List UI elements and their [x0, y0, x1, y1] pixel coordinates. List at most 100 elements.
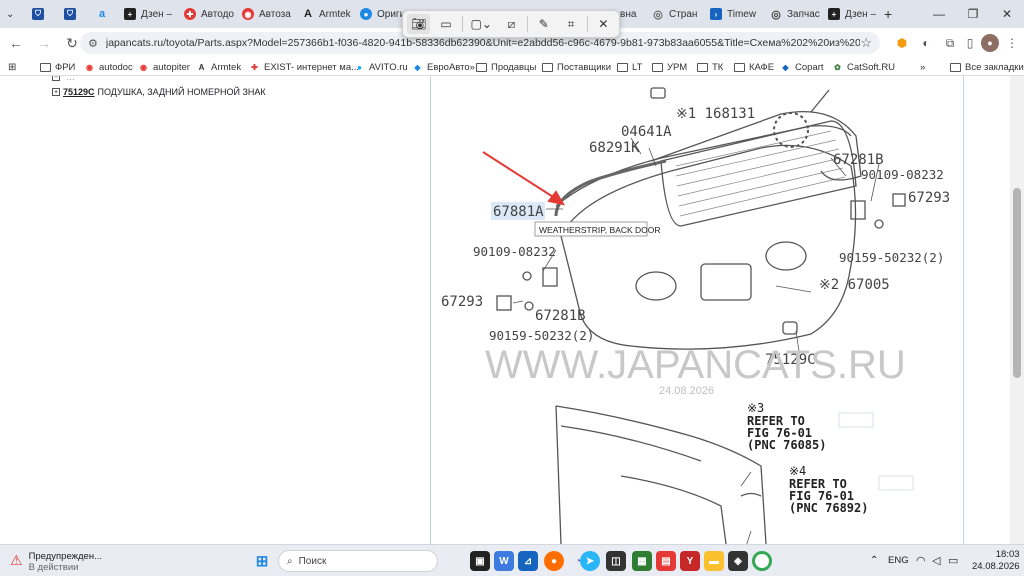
tab-2[interactable]: ◉ Автоза: [238, 4, 296, 24]
bookmark-item[interactable]: ● AVITO.ru: [354, 59, 408, 75]
clock[interactable]: 18:03 24.08.2026: [972, 549, 1020, 573]
bookmark-label: LT: [632, 61, 643, 73]
divider: [461, 16, 463, 32]
bookmark-item[interactable]: ◆ Copart: [780, 59, 823, 75]
app-icon[interactable]: ▤: [656, 551, 676, 571]
tab-7[interactable]: › Timew: [706, 4, 764, 24]
weather-widget[interactable]: ⚠ Предупрежден... В действии: [10, 551, 102, 573]
all-bookmarks[interactable]: Все закладки: [950, 59, 1024, 75]
parts-list-row[interactable]: + 75129C ПОДУШКА, ЗАДНИЙ НОМЕРНОЙ ЗНАК: [52, 87, 266, 97]
bookmark-item[interactable]: Поставщики: [542, 59, 611, 75]
text-extract-icon[interactable]: ⌗: [559, 14, 582, 34]
tab-4[interactable]: ● Ориги: [356, 4, 406, 24]
label-67281b-top: 67281B: [833, 152, 884, 168]
menu-icon[interactable]: ⋮: [1003, 34, 1021, 52]
tab-3[interactable]: A Armtek: [298, 4, 354, 24]
task-view-icon[interactable]: ▣: [470, 551, 490, 571]
euroauto-icon: ◆: [414, 62, 421, 72]
tab-0[interactable]: + Дзен –: [120, 4, 176, 24]
battery-icon[interactable]: ▭: [948, 554, 958, 567]
bookmark-label: AVITO.ru: [369, 61, 408, 73]
chrome-icon[interactable]: [752, 551, 772, 571]
extension-icon[interactable]: ◐: [917, 34, 935, 52]
tab-5[interactable]: вна: [616, 4, 646, 24]
bookmark-item[interactable]: КАФЕ: [734, 59, 774, 75]
scrollbar-thumb[interactable]: [1013, 188, 1021, 378]
bookmark-item[interactable]: ◉ autopiter: [138, 59, 190, 75]
bookmark-item[interactable]: ТК: [697, 59, 723, 75]
camera-icon[interactable]: 📷︎: [407, 14, 431, 34]
expand-icon[interactable]: +: [52, 88, 60, 96]
restore-icon[interactable]: ❐: [956, 0, 990, 28]
bookmark-item[interactable]: ФРИ: [40, 59, 75, 75]
tab-search-button[interactable]: ⌄: [2, 4, 18, 24]
windows-start-icon[interactable]: ⊞: [252, 551, 272, 571]
pen-icon[interactable]: ✎: [532, 14, 555, 34]
folder-icon: [697, 62, 708, 72]
files-icon[interactable]: ▬: [704, 551, 724, 571]
scrollbar[interactable]: [1010, 76, 1024, 544]
pinned-tab-1[interactable]: ⛉: [28, 4, 48, 24]
folder-icon: [652, 62, 663, 72]
bookmark-label: Armtek: [211, 61, 242, 73]
telegram-icon[interactable]: ➤: [580, 551, 600, 571]
bookmark-item[interactable]: A Armtek: [196, 59, 241, 75]
pinned-tab-2[interactable]: ⛉: [60, 4, 80, 24]
expand-icon[interactable]: +: [52, 76, 60, 81]
split-view-icon[interactable]: ▯: [961, 34, 979, 52]
bookmark-item[interactable]: ✿ CatSoft.RU: [832, 59, 895, 75]
bookmark-item[interactable]: LT: [617, 59, 642, 75]
apps-icon[interactable]: ⊞: [8, 59, 16, 75]
parts-list-row[interactable]: + …: [52, 76, 75, 82]
new-tab-button[interactable]: +: [880, 4, 896, 24]
app-icon[interactable]: ◫: [606, 551, 626, 571]
word-icon[interactable]: W: [494, 551, 514, 571]
bookmark-item[interactable]: ✚ EXIST- интернет ма...: [249, 59, 359, 75]
language-indicator[interactable]: ENG: [888, 555, 909, 566]
extension-icon[interactable]: ⬢: [893, 34, 911, 52]
bookmark-item[interactable]: ◆ ЕвроАвто»: [412, 59, 475, 75]
parts-diagram: ※1 168131 04641A 68291K 67881A 67281B 90…: [430, 76, 964, 544]
label-67005: ※2 67005: [819, 277, 890, 293]
yandex-icon[interactable]: Y: [680, 551, 700, 571]
warning-sub: В действии: [28, 562, 79, 573]
watermark: WWW.JAPANCATS.RU: [485, 343, 906, 387]
forward-arrow-icon[interactable]: →: [32, 31, 56, 55]
site-icon: ●: [360, 8, 372, 20]
folder-icon: [476, 62, 487, 72]
page-content: + … + 75129C ПОДУШКА, ЗАДНИЙ НОМЕРНОЙ ЗН…: [0, 76, 1024, 544]
tab-8[interactable]: ◎ Запчас: [766, 4, 824, 24]
bookmark-item[interactable]: УРМ: [652, 59, 687, 75]
app-icon[interactable]: ▦: [632, 551, 652, 571]
tab-9[interactable]: +Дзен –✕: [824, 4, 880, 24]
bookmarks-overflow[interactable]: »: [920, 59, 925, 75]
app-icon[interactable]: ◈: [728, 551, 748, 571]
volume-icon[interactable]: ◁: [932, 554, 940, 567]
taskbar-search[interactable]: ⌕ Поиск: [278, 550, 438, 572]
avatar[interactable]: ●: [981, 34, 999, 52]
copart-icon: ◆: [782, 62, 789, 72]
freeform-icon[interactable]: ⧄: [500, 14, 523, 34]
app-icon[interactable]: ⊿: [518, 551, 538, 571]
site-settings-icon[interactable]: ⚙: [88, 37, 98, 50]
close-icon[interactable]: ✕: [592, 14, 615, 34]
close-window-icon[interactable]: ✕: [990, 0, 1024, 28]
bookmark-item[interactable]: ◉ autodoc: [84, 59, 133, 75]
wifi-icon[interactable]: ◠: [916, 554, 926, 567]
glass-hatching: [675, 130, 846, 217]
back-arrow-icon[interactable]: ←: [4, 31, 28, 55]
pinned-tab-3[interactable]: a: [92, 4, 112, 24]
tray-chevron-icon[interactable]: ⌃: [870, 555, 878, 566]
tab-1[interactable]: ✚ Автодо: [180, 4, 238, 24]
divider: [586, 16, 588, 32]
ref-box-1: [838, 412, 874, 428]
tab-6[interactable]: ◎ Стран: [648, 4, 704, 24]
bookmark-item[interactable]: Продавцы: [476, 59, 536, 75]
rectangle-mode-icon[interactable]: ▢⌄: [467, 14, 496, 34]
tab-label: Дзен –: [141, 8, 173, 20]
video-icon[interactable]: ▭: [434, 14, 457, 34]
puzzle-icon[interactable]: ⧉: [941, 34, 959, 52]
bookmark-star-icon[interactable]: ☆: [860, 35, 872, 51]
firefox-icon[interactable]: ●: [544, 551, 564, 571]
minimize-icon[interactable]: —: [922, 0, 956, 28]
